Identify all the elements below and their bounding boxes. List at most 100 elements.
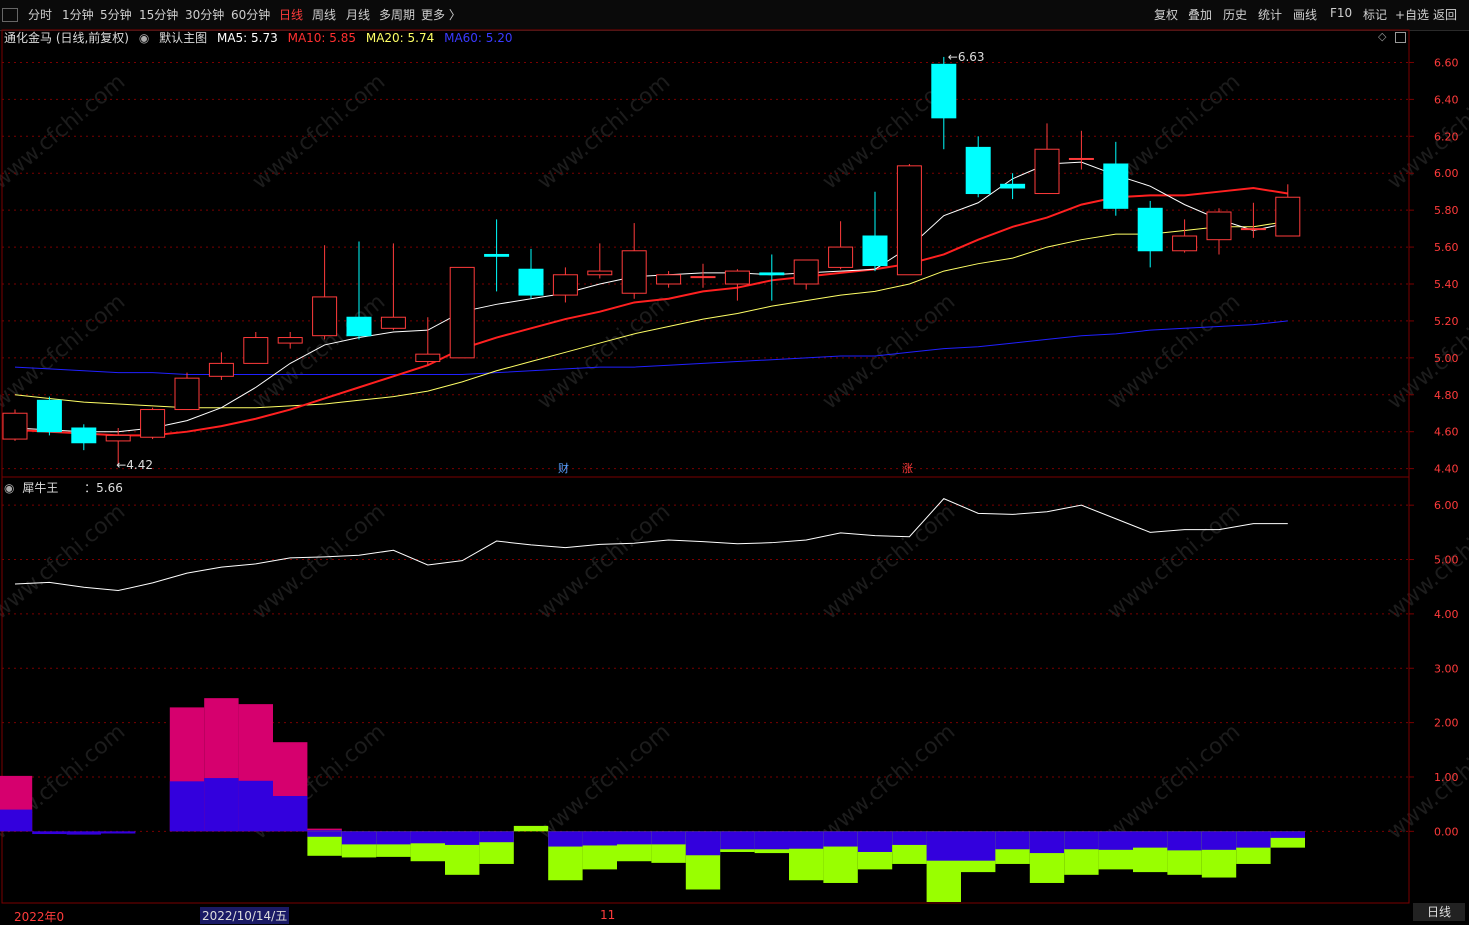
- bar-blue-lower-27: [926, 831, 961, 861]
- bar-blue-lower-31: [1064, 831, 1099, 850]
- bar-blue-lower-21: [720, 831, 755, 850]
- candle-body-31: [1068, 157, 1094, 160]
- watermark-16: www.cfchi.com: [1103, 499, 1245, 624]
- low-annotation: ←4.42: [116, 458, 153, 472]
- bar-blue-upper-6: [204, 778, 239, 832]
- price-axis-label-9: 4.80: [1434, 389, 1459, 402]
- bar-blue-lower-12: [410, 831, 445, 844]
- candle-body-22: [759, 272, 785, 276]
- candle-body-0: [2, 412, 28, 440]
- bar-blue-lower-23: [789, 831, 824, 849]
- bar-blue-upper-5: [169, 781, 205, 832]
- bar-blue-lower-32: [1098, 831, 1133, 850]
- watermark-1: www.cfchi.com: [248, 69, 390, 194]
- chart-canvas[interactable]: www.cfchi.com www.cfchi.com www.cfchi.com w…: [0, 0, 1469, 923]
- candle-body-26: [896, 165, 922, 276]
- price-axis-label-3: 6.00: [1434, 167, 1459, 180]
- candle-body-6: [208, 362, 234, 377]
- candle-body-10: [346, 316, 372, 337]
- period-button[interactable]: 日线: [1413, 903, 1465, 921]
- watermark-9: www.cfchi.com: [818, 289, 960, 414]
- bar-blue-upper-8: [273, 796, 308, 832]
- candle-body-20: [690, 276, 716, 279]
- candle-body-23: [793, 259, 819, 285]
- watermark-6: www.cfchi.com: [0, 289, 130, 414]
- candle-body-37: [1275, 196, 1301, 237]
- bar-blue-lower-28: [961, 831, 996, 861]
- bar-blue-lower-34: [1167, 831, 1202, 851]
- watermark-20: www.cfchi.com: [533, 719, 675, 844]
- candle-body-32: [1103, 163, 1129, 209]
- candle-body-25: [862, 235, 888, 267]
- candle-body-21: [724, 270, 750, 285]
- bar-blue-lower-1: [32, 831, 67, 835]
- price-axis-label-7: 5.20: [1434, 315, 1459, 328]
- ma60-line: [14, 320, 1288, 375]
- candle-body-29: [1000, 183, 1026, 189]
- price-axis-label-4: 5.80: [1434, 204, 1459, 217]
- bar-blue-lower-26: [892, 831, 927, 845]
- candle-body-14: [484, 253, 510, 257]
- candle-body-16: [552, 274, 578, 296]
- ind-axis-label-4: 2.00: [1434, 717, 1459, 730]
- date-cursor: 2022/10/14/五: [200, 907, 290, 924]
- date-left: 2022年0: [14, 910, 65, 924]
- candle-body-8: [277, 337, 303, 344]
- bar-blue-lower-13: [445, 831, 480, 845]
- ind-axis-label-3: 3.00: [1434, 662, 1459, 675]
- price-axis-label-1: 6.40: [1434, 93, 1459, 106]
- bar-blue-lower-19: [651, 831, 686, 845]
- price-axis-label-2: 6.20: [1434, 130, 1459, 143]
- bar-blue-lower-22: [754, 831, 789, 850]
- bar-blue-lower-9: [307, 831, 342, 837]
- candle-body-3: [105, 434, 131, 442]
- ind-axis-label-1: 5.00: [1434, 554, 1459, 567]
- bar-blue-lower-3: [101, 831, 136, 834]
- candle-body-19: [656, 274, 682, 285]
- candle-body-33: [1137, 207, 1163, 252]
- price-axis-label-11: 4.40: [1434, 463, 1459, 476]
- watermark-14: www.cfchi.com: [533, 499, 675, 624]
- candle-body-1: [36, 399, 62, 433]
- candle-body-30: [1034, 148, 1060, 195]
- ind-axis-label-2: 4.00: [1434, 608, 1459, 621]
- ind-axis-label-6: 0.00: [1434, 825, 1459, 838]
- bar-blue-lower-11: [376, 831, 411, 845]
- bar-blue-lower-2: [66, 831, 101, 835]
- bar-blue-lower-10: [341, 831, 377, 845]
- bar-blue-lower-35: [1201, 831, 1237, 850]
- date-right: 11: [600, 908, 616, 922]
- watermark-22: www.cfchi.com: [1103, 719, 1245, 844]
- watermark-0: www.cfchi.com: [0, 69, 130, 194]
- bar-blue-upper-9: [307, 830, 342, 832]
- watermark-21: www.cfchi.com: [818, 719, 960, 844]
- high-annotation: ←6.63: [948, 50, 985, 64]
- bar-blue-lower-14: [479, 831, 514, 843]
- price-axis-label-0: 6.60: [1434, 56, 1459, 69]
- bar-green-pos-15: [513, 825, 549, 832]
- candle-body-24: [828, 246, 854, 268]
- candle-body-4: [140, 409, 166, 438]
- watermark-10: www.cfchi.com: [1103, 289, 1245, 414]
- bar-blue-upper-7: [238, 780, 273, 832]
- bar-blue-lower-20: [685, 831, 721, 856]
- watermark-12: www.cfchi.com: [0, 499, 130, 624]
- bar-blue-lower-24: [823, 831, 858, 847]
- watermark-8: www.cfchi.com: [533, 289, 675, 414]
- candle-body-5: [174, 377, 200, 411]
- bar-blue-lower-29: [995, 831, 1030, 850]
- price-axis-label-6: 5.40: [1434, 278, 1459, 291]
- ind-axis-label-5: 1.00: [1434, 771, 1459, 784]
- bar-blue-lower-17: [582, 831, 617, 846]
- candle-body-36: [1240, 228, 1266, 231]
- watermark-2: www.cfchi.com: [533, 69, 675, 194]
- bar-blue-upper-0: [0, 809, 33, 832]
- bar-blue-lower-33: [1133, 831, 1168, 848]
- candle-body-27: [931, 63, 957, 119]
- bar-blue-lower-16: [548, 831, 583, 847]
- bar-blue-lower-30: [1029, 831, 1065, 854]
- bar-blue-lower-37: [1270, 831, 1305, 838]
- candle-body-17: [587, 270, 613, 276]
- candle-body-35: [1206, 211, 1232, 241]
- price-axis-label-5: 5.60: [1434, 241, 1459, 254]
